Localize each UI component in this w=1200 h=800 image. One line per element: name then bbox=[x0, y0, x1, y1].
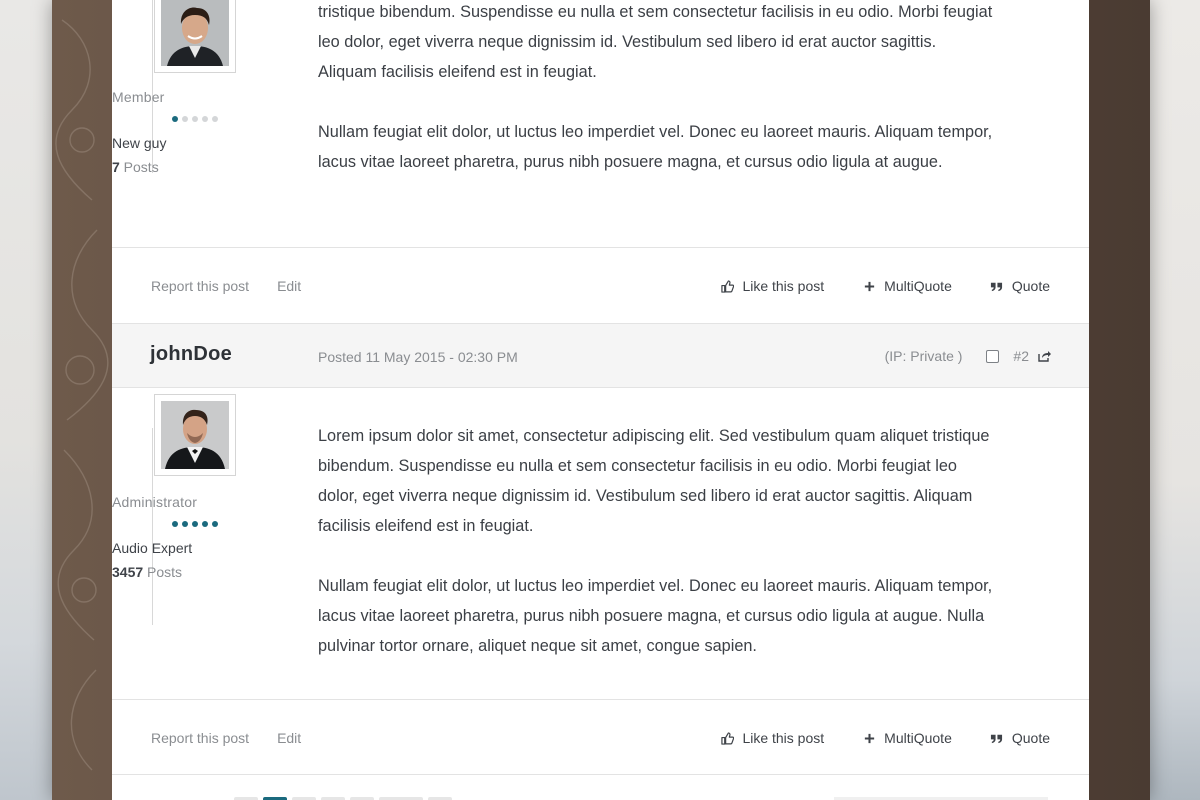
rank-pip bbox=[202, 521, 208, 527]
post-paragraph: Nullam feugiat elit dolor, ut luctus leo… bbox=[318, 123, 993, 171]
post-content: Lorem ipsum dolor sit amet, consectetur … bbox=[318, 421, 998, 691]
share-icon[interactable] bbox=[1037, 349, 1051, 363]
rank-pip bbox=[192, 116, 198, 122]
avatar[interactable] bbox=[161, 401, 229, 469]
rank-pip bbox=[212, 521, 218, 527]
avatar-frame[interactable] bbox=[154, 0, 236, 73]
post-ip-info: (IP: Private ) bbox=[884, 348, 963, 364]
post-date: Posted 11 May 2015 - 02:30 PM bbox=[318, 349, 518, 365]
post-count-number: 7 bbox=[112, 159, 120, 175]
post-author-name[interactable]: johnDoe bbox=[150, 343, 232, 366]
user-title: Audio Expert bbox=[112, 540, 193, 556]
plus-icon bbox=[862, 731, 876, 745]
post-action-bar: Report this post Edit Like this post Mul… bbox=[112, 699, 1089, 774]
rank-pip bbox=[202, 116, 208, 122]
rank-pip bbox=[172, 521, 178, 527]
post-count-label: Posts bbox=[143, 564, 183, 580]
quote-icon bbox=[990, 279, 1004, 293]
user-post-count: 7 Posts bbox=[112, 159, 278, 175]
rank-pip bbox=[172, 116, 178, 122]
edit-post-link[interactable]: Edit bbox=[277, 730, 301, 746]
quote-label: Quote bbox=[1011, 730, 1050, 746]
post-body: Administrator Audio Expert 3457 Posts Lo… bbox=[112, 388, 1089, 699]
avatar-image bbox=[161, 401, 229, 469]
quote-icon bbox=[990, 731, 1004, 745]
report-post-link[interactable]: Report this post bbox=[151, 278, 249, 294]
post-paragraph: Lorem ipsum dolor sit amet, consectetur … bbox=[318, 427, 990, 535]
like-post-label: Like this post bbox=[742, 730, 825, 746]
post-count-label: Posts bbox=[119, 159, 159, 175]
rank-pip bbox=[212, 116, 218, 122]
rank-pips bbox=[112, 116, 278, 124]
rank-pip bbox=[192, 521, 198, 527]
user-rank: Member bbox=[112, 89, 165, 105]
edit-post-link[interactable]: Edit bbox=[277, 278, 301, 294]
avatar[interactable] bbox=[161, 0, 229, 66]
pagination-strip bbox=[112, 774, 1089, 800]
multiquote-button[interactable]: MultiQuote bbox=[862, 278, 952, 294]
frame-ornament-pattern bbox=[55, 19, 109, 771]
post-content: tristique bibendum. Suspendisse eu nulla… bbox=[318, 0, 998, 207]
quote-button[interactable]: Quote bbox=[990, 730, 1050, 746]
avatar-image bbox=[161, 0, 229, 66]
quote-button[interactable]: Quote bbox=[990, 278, 1050, 294]
select-post-checkbox[interactable] bbox=[986, 349, 1000, 363]
forum-thread-panel: Member New guy 7 Posts tristique bibendu… bbox=[112, 0, 1089, 800]
post-count-number: 3457 bbox=[112, 564, 144, 580]
rank-pip bbox=[182, 116, 188, 122]
post-paragraph: tristique bibendum. Suspendisse eu nulla… bbox=[318, 3, 993, 81]
like-post-label: Like this post bbox=[742, 278, 825, 294]
user-rank: Administrator bbox=[112, 494, 198, 510]
plus-icon bbox=[862, 279, 876, 293]
post-number-link[interactable]: #2 bbox=[1013, 348, 1029, 364]
thumbs-up-icon bbox=[720, 279, 734, 293]
thumbs-up-icon bbox=[720, 731, 734, 745]
multiquote-button[interactable]: MultiQuote bbox=[862, 730, 952, 746]
post-header: johnDoe Posted 11 May 2015 - 02:30 PM (I… bbox=[112, 323, 1089, 388]
multiquote-label: MultiQuote bbox=[884, 730, 952, 746]
user-title: New guy bbox=[112, 135, 167, 151]
page-background-left bbox=[0, 0, 52, 800]
quote-label: Quote bbox=[1011, 278, 1050, 294]
rank-pip bbox=[182, 521, 188, 527]
user-post-count: 3457 Posts bbox=[112, 564, 278, 580]
multiquote-label: MultiQuote bbox=[884, 278, 952, 294]
report-post-link[interactable]: Report this post bbox=[151, 730, 249, 746]
page-background-right bbox=[1150, 0, 1200, 800]
post-body: Member New guy 7 Posts tristique bibendu… bbox=[112, 0, 1089, 247]
post-paragraph: Nullam feugiat elit dolor, ut luctus leo… bbox=[318, 577, 993, 655]
like-post-button[interactable]: Like this post bbox=[720, 730, 824, 746]
post-action-bar: Report this post Edit Like this post Mul… bbox=[112, 247, 1089, 323]
like-post-button[interactable]: Like this post bbox=[720, 278, 824, 294]
rank-pips bbox=[112, 521, 278, 529]
avatar-frame[interactable] bbox=[154, 394, 236, 476]
